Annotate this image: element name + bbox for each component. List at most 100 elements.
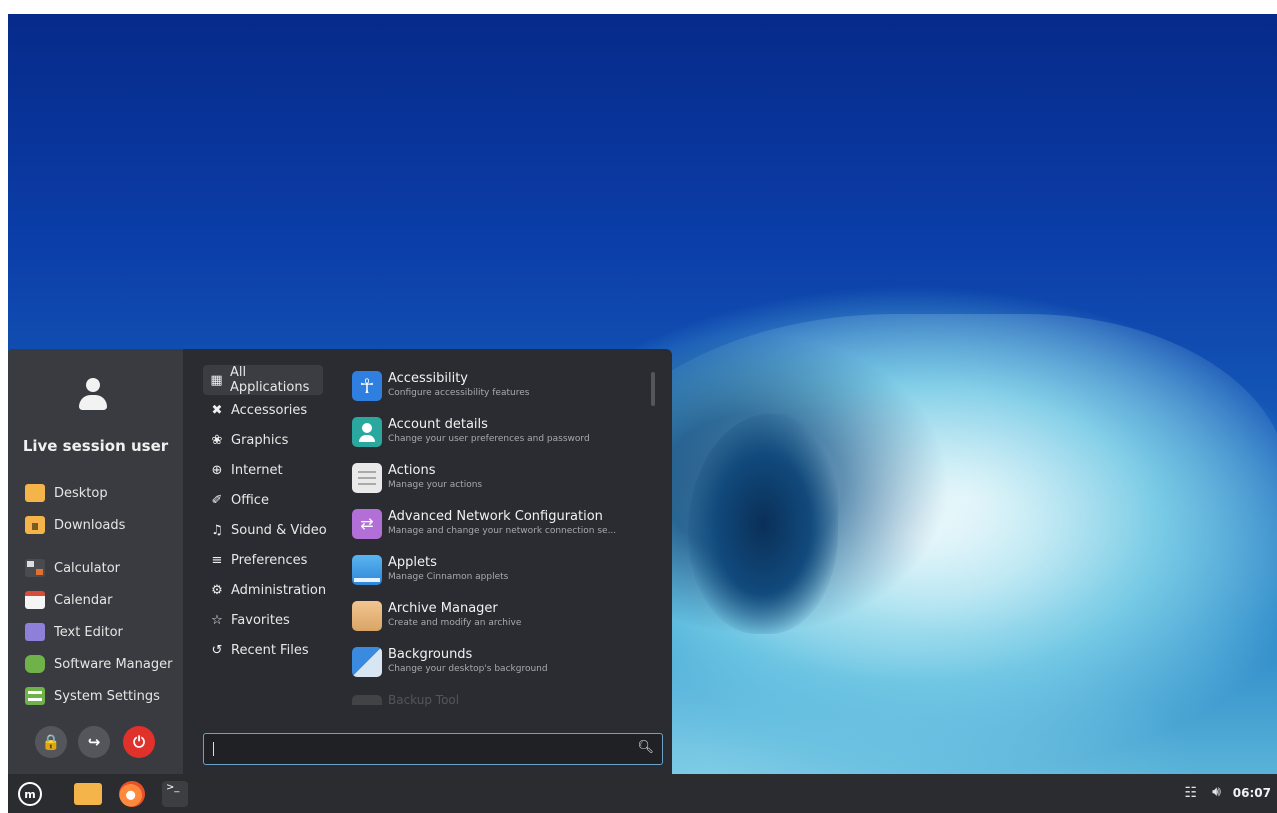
account-icon — [352, 417, 382, 447]
logout-icon: ↪ — [87, 733, 101, 751]
category-recent-files[interactable]: ↺ Recent Files — [203, 635, 343, 665]
favorite-text-editor[interactable]: Text Editor — [25, 623, 123, 641]
shutdown-button[interactable]: ⏻ — [123, 726, 155, 758]
category-favorites[interactable]: ☆ Favorites — [203, 605, 343, 635]
favorite-system-settings[interactable]: System Settings — [25, 687, 160, 705]
actions-icon — [352, 463, 382, 493]
accessibility-icon: ☥ — [352, 371, 382, 401]
category-label: Graphics — [231, 432, 289, 448]
terminal-icon: >_ — [162, 781, 188, 807]
search-box[interactable]: 🔍︎ — [203, 733, 663, 765]
category-label: Preferences — [231, 552, 308, 568]
calculator-icon — [25, 559, 45, 577]
wave-crest — [568, 314, 1277, 774]
category-sound-video[interactable]: ♫ Sound & Video — [203, 515, 343, 545]
favorite-desktop[interactable]: Desktop — [25, 484, 108, 502]
software-manager-icon — [25, 655, 45, 673]
app-accessibility[interactable]: ☥ Accessibility Configure accessibility f… — [352, 367, 652, 413]
category-preferences[interactable]: ≡ Preferences — [203, 545, 343, 575]
favorite-label: Desktop — [54, 485, 108, 501]
favorite-software-manager[interactable]: Software Manager — [25, 655, 172, 673]
app-name: Backup Tool — [388, 693, 460, 707]
category-label: Internet — [231, 462, 283, 478]
applets-icon — [352, 555, 382, 585]
application-list: ☥ Accessibility Configure accessibility f… — [352, 367, 652, 689]
firefox-launcher[interactable] — [116, 779, 148, 809]
files-launcher[interactable] — [72, 779, 104, 809]
firefox-icon — [119, 781, 145, 807]
network-icon[interactable]: ☷ — [1184, 785, 1197, 801]
category-accessories[interactable]: ✖ Accessories — [203, 395, 343, 425]
app-description: Change your desktop's background — [388, 664, 548, 674]
menu-icon: m — [18, 782, 42, 806]
app-description: Change your user preferences and passwor… — [388, 434, 590, 444]
app-backgrounds[interactable]: Backgrounds Change your desktop's backgro… — [352, 643, 652, 689]
sliders-icon: ≡ — [211, 552, 223, 568]
logout-button[interactable]: ↪ — [78, 726, 110, 758]
app-name: Backgrounds — [388, 647, 473, 662]
network-config-icon: ⇄ — [352, 509, 382, 539]
app-name: Actions — [388, 463, 436, 478]
text-editor-icon — [25, 623, 45, 641]
app-advanced-network-configuration[interactable]: ⇄ Advanced Network Configuration Manage a… — [352, 505, 652, 551]
category-label: Accessories — [231, 402, 308, 418]
app-applets[interactable]: Applets Manage Cinnamon applets — [352, 551, 652, 597]
favorite-calculator[interactable]: Calculator — [25, 559, 120, 577]
category-graphics[interactable]: ❀ Graphics — [203, 425, 343, 455]
app-description: Manage and change your network connectio… — [388, 526, 617, 536]
category-label: Favorites — [231, 612, 290, 628]
lock-screen-button[interactable]: 🔒 — [35, 726, 67, 758]
app-name: Archive Manager — [388, 601, 498, 616]
volume-icon[interactable]: 🔊︎ — [1212, 784, 1221, 800]
category-administration[interactable]: ⚙ Administration — [203, 575, 343, 605]
terminal-launcher[interactable]: >_ — [160, 779, 190, 809]
media-icon: ♫ — [211, 522, 223, 538]
folder-downloads-icon — [25, 516, 45, 534]
favorite-downloads[interactable]: Downloads — [25, 516, 125, 534]
app-actions[interactable]: Actions Manage your actions — [352, 459, 652, 505]
app-description: Configure accessibility features — [388, 388, 530, 398]
calendar-icon — [25, 591, 45, 609]
app-name: Account details — [388, 417, 488, 432]
lock-icon: 🔒 — [41, 733, 61, 751]
favorite-calendar[interactable]: Calendar — [25, 591, 112, 609]
category-label: Administration — [231, 582, 327, 598]
app-account-details[interactable]: Account details Change your user preferen… — [352, 413, 652, 459]
menu-sidebar: Live session user Desktop Downloads Calc… — [8, 349, 183, 774]
folder-desktop-icon — [25, 484, 45, 502]
power-icon: ⏻ — [133, 733, 145, 751]
application-menu: Live session user Desktop Downloads Calc… — [8, 349, 672, 774]
category-office[interactable]: ✐ Office — [203, 485, 343, 515]
category-internet[interactable]: ⊕ Internet — [203, 455, 343, 485]
menu-button[interactable]: m — [14, 779, 46, 809]
backup-icon — [352, 695, 382, 705]
username-label: Live session user — [22, 437, 169, 455]
category-all-applications[interactable]: ▦ All Applications — [203, 365, 323, 395]
system-settings-icon — [25, 687, 45, 705]
app-backup-tool-partial[interactable]: Backup Tool — [352, 693, 459, 707]
star-icon: ☆ — [211, 612, 223, 628]
app-name: Accessibility — [388, 371, 468, 386]
app-list-scrollbar[interactable] — [651, 372, 655, 406]
favorite-label: Software Manager — [54, 656, 173, 672]
tools-icon: ✖ — [211, 402, 223, 418]
history-icon: ↺ — [211, 642, 223, 658]
clock[interactable]: 06:07 — [1233, 786, 1271, 800]
favorite-label: System Settings — [54, 688, 160, 704]
search-icon: 🔍︎ — [637, 740, 654, 755]
bottom-panel: m >_ ☷ 🔊︎ 06:07 — [8, 774, 1277, 813]
archive-icon — [352, 601, 382, 631]
app-description: Manage your actions — [388, 480, 483, 490]
favorite-label: Calendar — [54, 592, 113, 608]
category-label: Recent Files — [231, 642, 309, 658]
app-archive-manager[interactable]: Archive Manager Create and modify an arch… — [352, 597, 652, 643]
favorite-label: Text Editor — [54, 624, 123, 640]
app-description: Create and modify an archive — [388, 618, 522, 628]
user-avatar-icon — [78, 378, 108, 414]
backgrounds-icon — [352, 647, 382, 677]
text-cursor — [213, 742, 214, 756]
category-label: All Applications — [229, 365, 310, 395]
favorite-label: Downloads — [54, 517, 126, 533]
category-label: Sound & Video — [231, 522, 327, 538]
category-label: Office — [231, 492, 269, 508]
